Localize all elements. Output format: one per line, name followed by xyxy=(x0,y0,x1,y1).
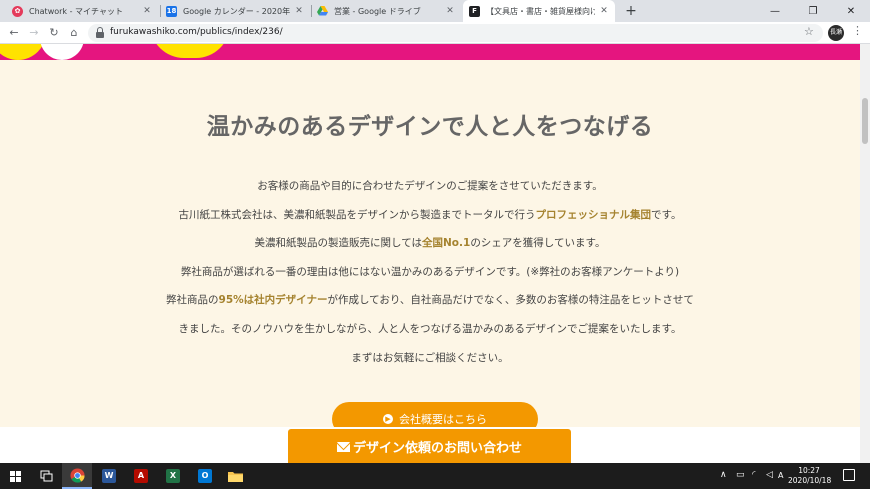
new-tab-button[interactable]: + xyxy=(622,2,640,20)
tab-strip: ✿ Chatwork - マイチャット ✕ 18 Google カレンダー - … xyxy=(0,0,870,22)
minimize-button[interactable]: — xyxy=(756,0,794,22)
intro-paragraph-4: 弊社商品が選ばれる一番の理由は他にはない温かみのあるデザインです。(※弊社のお客… xyxy=(180,266,680,278)
chrome-icon[interactable] xyxy=(62,463,92,489)
design-contact-button[interactable]: デザイン依頼のお問い合わせ xyxy=(288,429,571,464)
close-window-button[interactable]: ✕ xyxy=(832,0,870,22)
address-bar[interactable]: furukawashiko.com/publics/index/236/ xyxy=(88,24,823,42)
tab-title: Chatwork - マイチャット xyxy=(29,6,123,16)
tab-chatwork[interactable]: ✿ Chatwork - マイチャット ✕ xyxy=(6,0,158,22)
restore-button[interactable]: ❐ xyxy=(794,0,832,22)
bookmark-star-icon[interactable]: ☆ xyxy=(804,25,814,38)
notification-center-icon[interactable] xyxy=(843,469,855,481)
lock-icon xyxy=(96,27,104,38)
file-explorer-icon[interactable] xyxy=(220,463,250,489)
tab-google-calendar[interactable]: 18 Google カレンダー - 2020年 12月 ✕ xyxy=(160,0,310,22)
highlight-no1: 全国No.1 xyxy=(422,237,471,249)
excel-icon[interactable]: X xyxy=(158,463,188,489)
acrobat-icon[interactable]: A xyxy=(126,463,156,489)
highlight-professional: プロフェッショナル集団 xyxy=(535,209,652,221)
tab-furukawa-active[interactable]: F 【文具店・書店・雑貨屋様向け】デザ ✕ xyxy=(463,0,615,22)
reload-icon[interactable]: ↻ xyxy=(46,25,62,41)
tab-title: 【文具店・書店・雑貨屋様向け】デザ xyxy=(486,6,595,16)
back-arrow-icon[interactable]: ← xyxy=(6,25,22,41)
windows-taskbar: W A X O ∧ ▭ ◜ ◁ A 10:27 2020/10/18 xyxy=(0,463,870,489)
chatwork-icon: ✿ xyxy=(12,5,23,17)
intro-paragraph-1: お客様の商品や目的に合わせたデザインのご提案をさせていただきます。 xyxy=(257,180,603,192)
intro-paragraph-5: 弊社商品の95%は社内デザイナーが作成しており、自社商品だけでなく、多数のお客様… xyxy=(166,294,694,306)
tab-title: 営業 - Google ドライブ xyxy=(334,6,421,16)
calendar-icon: 18 xyxy=(166,5,177,17)
windows-start-icon[interactable] xyxy=(10,471,21,482)
home-icon[interactable]: ⌂ xyxy=(66,25,82,41)
tab-google-drive[interactable]: 営業 - Google ドライブ ✕ xyxy=(311,0,461,22)
intro-paragraph-6: きました。そのノウハウを生かしながら、人と人をつなげる温かみのあるデザインでご提… xyxy=(178,323,682,335)
wifi-icon[interactable]: ◜ xyxy=(752,470,756,480)
ime-mode-icon[interactable]: A xyxy=(778,471,783,480)
task-view-icon[interactable] xyxy=(32,463,62,489)
highlight-95-percent: 95%は社内デザイナー xyxy=(218,294,328,306)
close-icon[interactable]: ✕ xyxy=(445,6,455,16)
scrollbar-thumb[interactable] xyxy=(862,98,868,144)
arrow-right-icon: ▶ xyxy=(383,414,393,424)
header-decoration-band xyxy=(0,44,860,60)
forward-arrow-icon[interactable]: → xyxy=(26,25,42,41)
intro-paragraph-2: 古川紙工株式会社は、美濃和紙製品をデザインから製造までトータルで行うプロフェッシ… xyxy=(178,209,682,221)
volume-icon[interactable]: ◁ xyxy=(766,470,773,480)
menu-kebab-icon[interactable]: ⋮ xyxy=(852,24,863,37)
drive-icon xyxy=(317,6,328,17)
browser-toolbar: ← → ↻ ⌂ furukawashiko.com/publics/index/… xyxy=(0,22,870,44)
site-favicon-icon: F xyxy=(469,5,480,17)
tray-chevron-up-icon[interactable]: ∧ xyxy=(720,470,727,480)
tab-title: Google カレンダー - 2020年 12月 xyxy=(183,6,290,16)
envelope-icon xyxy=(336,441,350,452)
url-text: furukawashiko.com/publics/index/236/ xyxy=(110,27,283,37)
clock-date: 2020/10/18 xyxy=(788,476,832,485)
close-icon[interactable]: ✕ xyxy=(599,6,609,16)
profile-avatar[interactable]: 長瀬 xyxy=(828,25,844,41)
close-icon[interactable]: ✕ xyxy=(294,6,304,16)
intro-paragraph-3: 美濃和紙製品の製造販売に関しては全国No.1のシェアを獲得しています。 xyxy=(254,237,606,249)
clock-time: 10:27 xyxy=(798,466,820,475)
page-headline: 温かみのあるデザインで人と人をつなげる xyxy=(206,114,654,140)
company-overview-label: 会社概要はこちら xyxy=(399,413,487,426)
intro-paragraph-7: まずはお気軽にご相談ください。 xyxy=(351,352,509,364)
design-contact-label: デザイン依頼のお問い合わせ xyxy=(352,441,522,456)
close-icon[interactable]: ✕ xyxy=(142,6,152,16)
battery-icon[interactable]: ▭ xyxy=(736,470,745,480)
word-icon[interactable]: W xyxy=(94,463,124,489)
page-scrollbar[interactable] xyxy=(860,44,870,463)
outlook-icon[interactable]: O xyxy=(190,463,220,489)
system-clock[interactable]: 10:27 2020/10/18 xyxy=(788,466,832,486)
